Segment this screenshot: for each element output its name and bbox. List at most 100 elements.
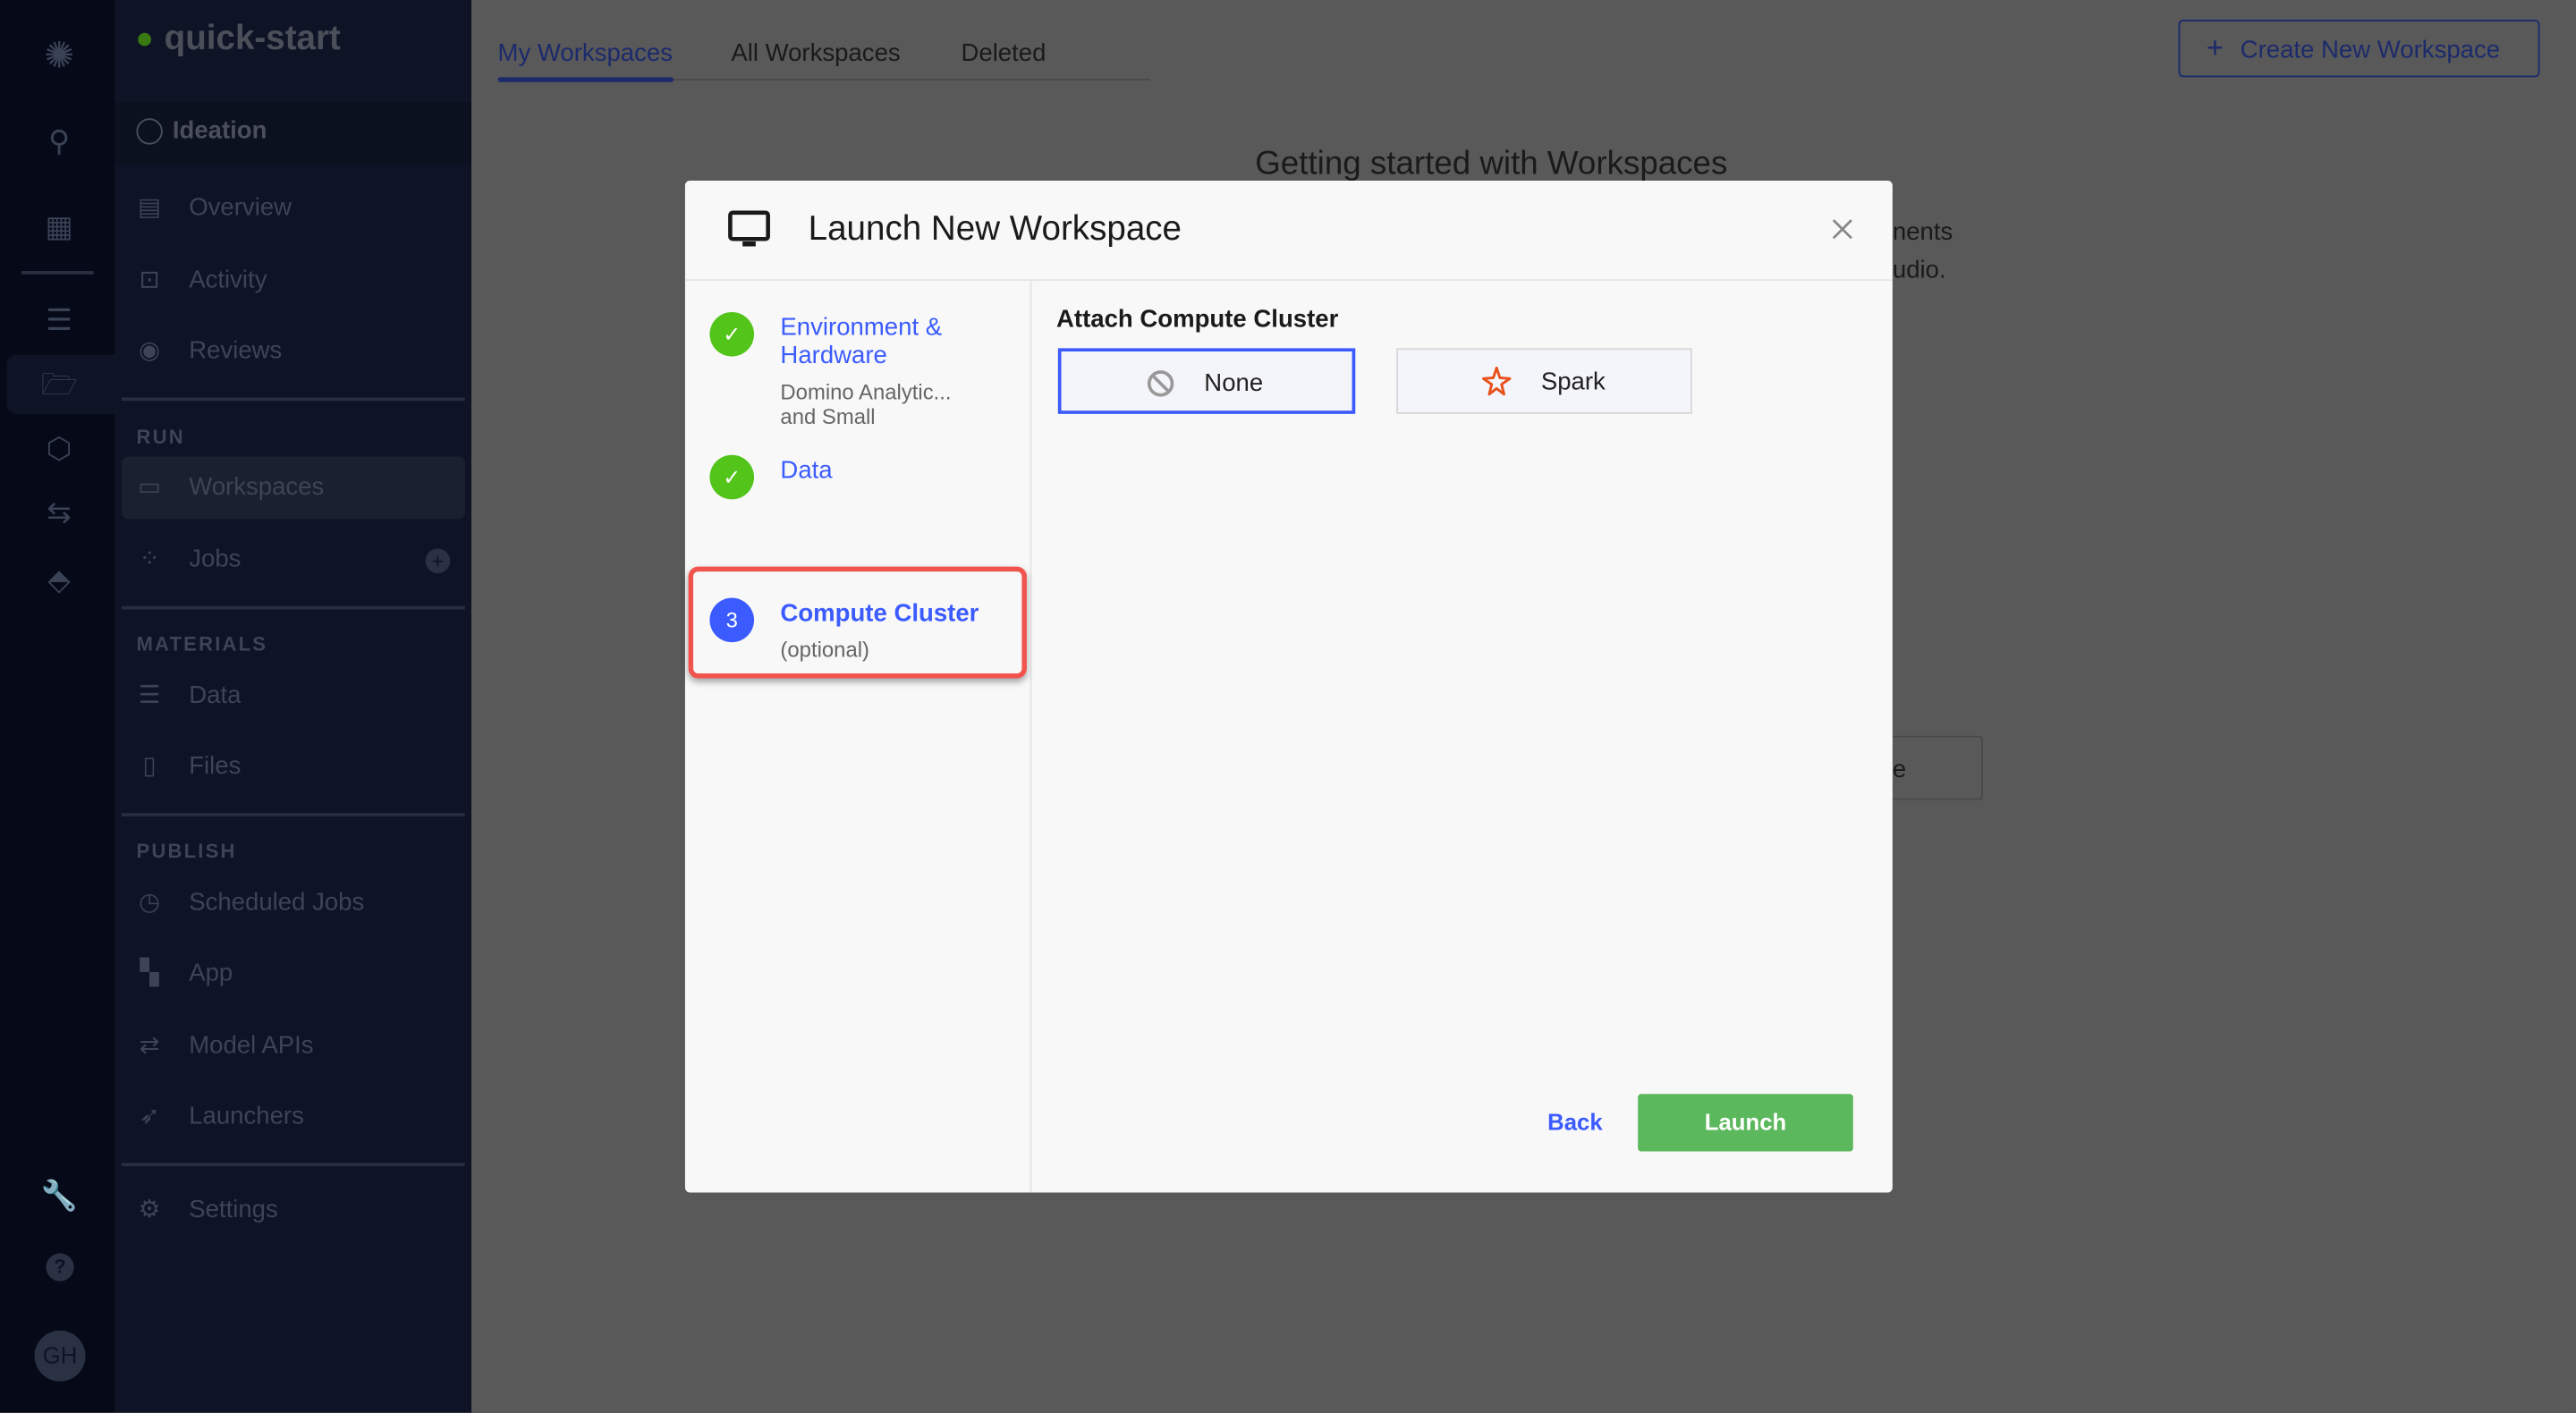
sidebar-item-data[interactable]: ☰ Data [122, 665, 465, 728]
apps-grid-icon[interactable]: ▦ [41, 208, 77, 244]
sidebar-item-label: Reviews [189, 336, 283, 365]
section-header-materials: MATERIALS [136, 632, 268, 656]
sidebar-item-launchers[interactable]: ➶ Launchers [122, 1086, 465, 1148]
section-title: Attach Compute Cluster [1055, 305, 1339, 334]
sidebar-item-app[interactable]: ▚ App [122, 943, 465, 1005]
tab-deleted[interactable]: Deleted [961, 39, 1046, 67]
option-label: Spark [1540, 368, 1606, 396]
monitor-icon: ▭ [138, 472, 162, 502]
sidebar-item-label: Files [189, 752, 242, 781]
rocket-icon: ➶ [139, 1102, 160, 1130]
step-title: Compute Cluster [780, 599, 979, 628]
sidebar-item-label: Data [189, 681, 242, 710]
step-subtitle: Domino Analytic... [780, 379, 952, 404]
step-number: 3 [709, 597, 755, 643]
sidebar-item-label: Launchers [189, 1102, 304, 1130]
overview-icon: ▤ [138, 193, 162, 222]
wrench-icon[interactable]: 🔧 [41, 1178, 78, 1214]
stage-icon [136, 118, 163, 145]
sidebar-item-jobs[interactable]: ⁘ Jobs + [122, 529, 465, 591]
sidebar-item-settings[interactable]: ⚙ Settings [122, 1180, 465, 1242]
activity-icon: ⊡ [139, 266, 160, 294]
database-icon: ☰ [138, 681, 161, 710]
sidebar-item-label: Scheduled Jobs [189, 888, 365, 917]
tab-all-workspaces[interactable]: All Workspaces [731, 39, 900, 67]
sidebar-item-label: Jobs [189, 545, 242, 574]
getting-started-text: udio. [1892, 256, 1946, 284]
option-label: None [1204, 369, 1264, 398]
step-subtitle: (optional) [780, 637, 869, 663]
plus-icon: + [2206, 30, 2224, 64]
sidebar-item-label: Activity [189, 266, 267, 294]
launch-workspace-modal: Launch New Workspace ✓ Environment & Har… [684, 181, 1893, 1193]
app: ✺ ⚲ ▦ ☰ 🗁 ⬡ ⇆ ⬘ 🔧 ? GH quick-start Ideat… [0, 0, 2576, 1413]
jobs-spinner-icon: ⁘ [139, 545, 160, 574]
steps-divider [1030, 281, 1032, 1193]
gear-icon: ⚙ [138, 1196, 161, 1224]
domino-logo-icon[interactable]: ✺ [41, 37, 77, 73]
sidebar-item-overview[interactable]: ▤ Overview [122, 177, 465, 240]
search-icon[interactable]: ⚲ [41, 123, 77, 159]
active-tab-indicator [497, 77, 674, 82]
getting-started-heading: Getting started with Workspaces [1255, 146, 1728, 182]
sidebar-item-workspaces[interactable]: ▭ Workspaces [121, 456, 465, 520]
back-button[interactable]: Back [1547, 1109, 1602, 1135]
eye-icon: ◉ [139, 336, 161, 365]
launch-button[interactable]: Launch [1638, 1094, 1853, 1152]
sidebar-item-reviews[interactable]: ◉ Reviews [122, 320, 465, 383]
sidebar-item-label: Workspaces [189, 472, 325, 502]
modal-title: Launch New Workspace [808, 210, 1182, 249]
transfer-arrows-icon: ⇄ [139, 1031, 160, 1060]
sidebar-item-model-apis[interactable]: ⇄ Model APIs [122, 1015, 465, 1078]
tag-icon[interactable]: ⬘ [41, 562, 77, 597]
add-job-button[interactable]: + [425, 548, 451, 574]
create-button-label: Create New Workspace [2240, 36, 2501, 64]
project-stage[interactable]: Ideation [114, 101, 472, 165]
database-icon[interactable]: ☰ [41, 302, 77, 338]
sidebar-item-label: Overview [189, 193, 292, 222]
help-icon[interactable]: ? [46, 1253, 74, 1282]
folder-icon[interactable]: 🗁 [41, 367, 78, 402]
cube-icon[interactable]: ⬡ [41, 430, 77, 466]
check-icon: ✓ [709, 454, 755, 500]
tab-my-workspaces[interactable]: My Workspaces [498, 39, 673, 67]
step-title: Hardware [780, 342, 887, 370]
background-button-label: e [1892, 755, 1907, 784]
sidebar-item-label: App [189, 959, 233, 987]
monitor-icon [728, 210, 770, 247]
transfer-arrows-icon[interactable]: ⇆ [41, 495, 77, 530]
rail-divider [21, 271, 94, 275]
create-new-workspace-button[interactable]: + Create New Workspace [2178, 20, 2540, 78]
stage-label: Ideation [172, 116, 267, 145]
project-name[interactable]: quick-start [165, 20, 341, 59]
avatar[interactable]: GH [34, 1330, 86, 1382]
sidebar-divider [121, 1163, 465, 1167]
option-none[interactable]: None [1057, 348, 1356, 414]
step-title: Data [780, 456, 833, 485]
section-header-run: RUN [136, 425, 185, 449]
spark-star-icon [1482, 366, 1512, 396]
sidebar-item-label: Settings [189, 1196, 278, 1224]
sidebar-item-label: Model APIs [189, 1031, 314, 1060]
project-sidebar: quick-start Ideation ▤ Overview ⊡ Activity… [114, 0, 472, 1413]
project-status-dot [138, 32, 151, 47]
clock-icon: ◷ [139, 888, 161, 917]
close-icon[interactable] [1832, 218, 1853, 240]
sidebar-divider [121, 813, 465, 816]
modal-header-divider [684, 279, 1893, 282]
file-icon: ▯ [142, 752, 157, 781]
section-header-publish: PUBLISH [136, 839, 237, 863]
check-icon: ✓ [709, 311, 755, 357]
sidebar-item-scheduled-jobs[interactable]: ◷ Scheduled Jobs [122, 872, 465, 935]
option-spark[interactable]: Spark [1396, 348, 1692, 414]
ban-icon [1147, 370, 1174, 397]
sidebar-item-activity[interactable]: ⊡ Activity [122, 250, 465, 312]
sidebar-item-files[interactable]: ▯ Files [122, 736, 465, 799]
sidebar-divider [121, 397, 465, 402]
step-subtitle: and Small [780, 403, 876, 429]
app-icon: ▚ [140, 959, 159, 987]
getting-started-text: nents [1892, 218, 1953, 247]
sidebar-divider [121, 605, 465, 610]
icon-rail: ✺ ⚲ ▦ ☰ 🗁 ⬡ ⇆ ⬘ 🔧 ? GH [0, 0, 115, 1413]
step-title: Environment & [780, 313, 943, 343]
